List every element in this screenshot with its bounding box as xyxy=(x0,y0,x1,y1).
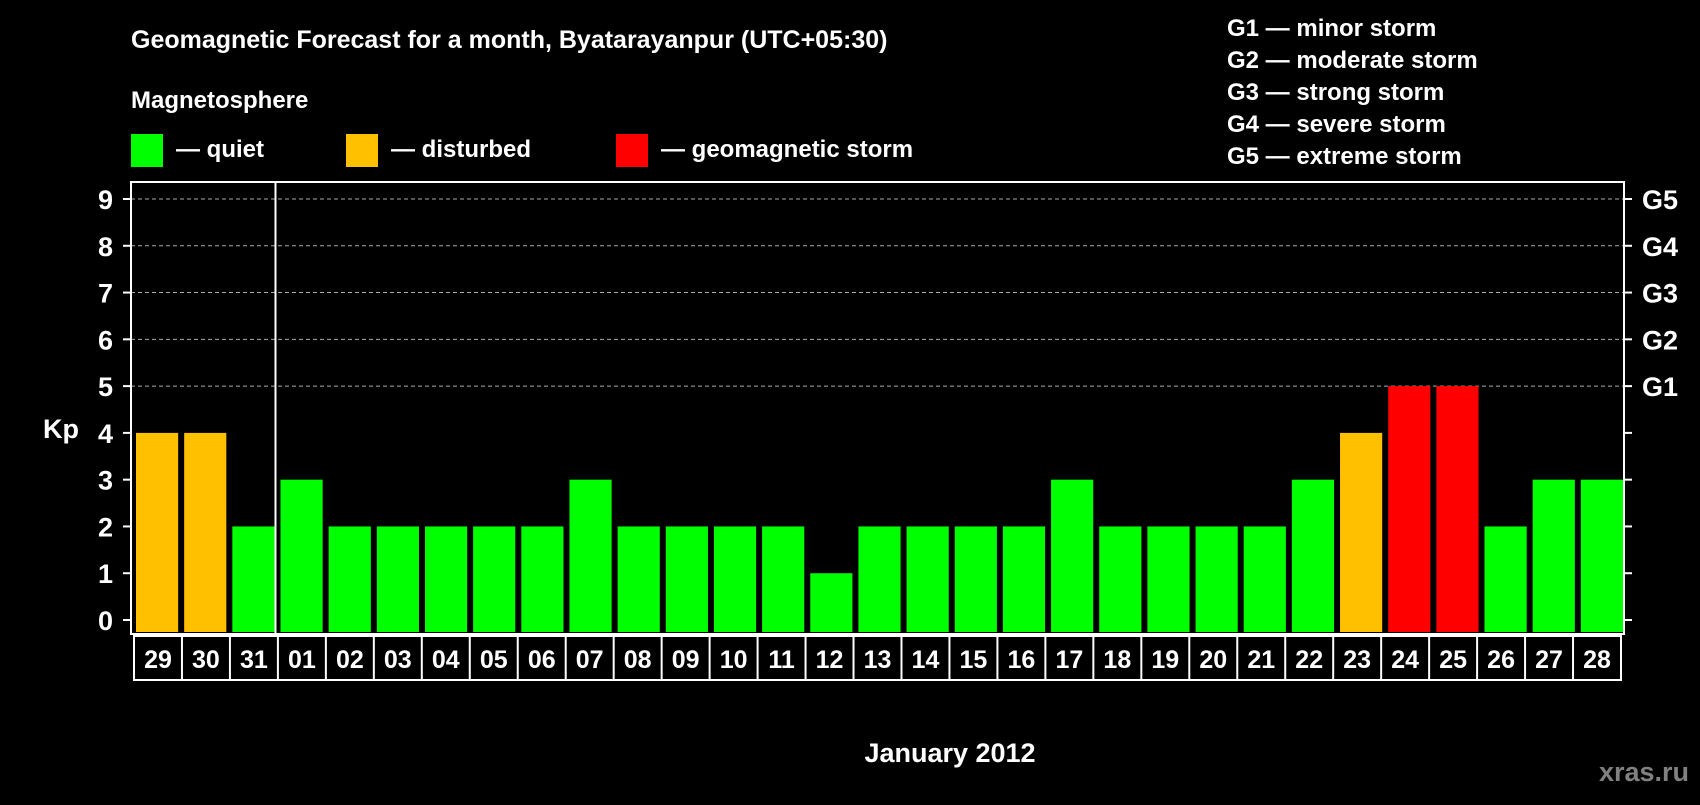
x-tick-label: 04 xyxy=(432,646,460,674)
bar-29 xyxy=(136,432,179,632)
y-tick-label: 8 xyxy=(98,232,113,262)
legend-title: Magnetosphere xyxy=(131,87,308,114)
x-tick-label: 22 xyxy=(1295,646,1323,674)
bar-25 xyxy=(1436,386,1479,632)
x-tick-label: 18 xyxy=(1103,646,1131,674)
y-tick-label: 7 xyxy=(98,279,113,309)
x-tick-label: 31 xyxy=(240,646,268,674)
x-tick-label: 24 xyxy=(1391,646,1419,674)
bar-24 xyxy=(1388,386,1431,632)
right-tick-label: G3 xyxy=(1642,279,1678,309)
bar-16 xyxy=(1002,526,1046,632)
bar-22 xyxy=(1291,479,1335,632)
y-tick-label: 0 xyxy=(98,606,113,636)
right-tick-label: G1 xyxy=(1642,372,1678,402)
bar-31 xyxy=(232,526,275,632)
legend-swatch-1 xyxy=(346,134,378,167)
legend-label-0: — quiet xyxy=(176,136,264,163)
y-tick-label: 3 xyxy=(98,466,113,496)
bar-02 xyxy=(328,526,371,632)
bar-09 xyxy=(665,526,708,632)
bar-10 xyxy=(713,526,757,632)
x-tick-label: 28 xyxy=(1583,646,1611,674)
scale-legend-item-1: G2 — moderate storm xyxy=(1227,47,1478,74)
x-tick-label: 13 xyxy=(864,646,892,674)
legend-label-1: — disturbed xyxy=(391,136,531,163)
x-axis-label: January 2012 xyxy=(864,738,1035,768)
x-tick-label: 26 xyxy=(1487,646,1515,674)
x-tick-label: 20 xyxy=(1199,646,1227,674)
x-tick-label: 14 xyxy=(912,646,940,674)
bar-27 xyxy=(1532,479,1575,632)
x-tick-label: 19 xyxy=(1151,646,1179,674)
legend-swatch-0 xyxy=(131,134,163,167)
bar-03 xyxy=(376,526,419,632)
watermark: xras.ru xyxy=(1599,757,1689,787)
x-tick-label: 06 xyxy=(528,646,556,674)
bar-19 xyxy=(1147,526,1190,632)
y-axis-label: Kp xyxy=(43,414,79,444)
x-tick-label: 15 xyxy=(960,646,988,674)
x-tick-label: 02 xyxy=(336,646,364,674)
x-tick-label: 05 xyxy=(480,646,508,674)
bar-14 xyxy=(906,526,949,632)
x-tick-label: 10 xyxy=(720,646,748,674)
x-tick-label: 23 xyxy=(1343,646,1371,674)
kp-forecast-chart: Geomagnetic Forecast for a month, Byatar… xyxy=(0,0,1700,800)
right-tick-label: G5 xyxy=(1642,185,1678,215)
scale-legend-item-3: G4 — severe storm xyxy=(1227,111,1446,138)
bar-07 xyxy=(569,479,612,632)
bar-11 xyxy=(762,526,805,632)
x-tick-label: 12 xyxy=(816,646,844,674)
bar-17 xyxy=(1051,479,1094,632)
x-tick-label: 16 xyxy=(1007,646,1035,674)
bar-15 xyxy=(954,526,997,632)
x-tick-label: 29 xyxy=(144,646,172,674)
x-tick-label: 09 xyxy=(672,646,700,674)
bar-30 xyxy=(184,432,227,632)
scale-legend-item-0: G1 — minor storm xyxy=(1227,15,1436,42)
x-tick-label: 03 xyxy=(384,646,412,674)
chart-title: Geomagnetic Forecast for a month, Byatar… xyxy=(131,26,887,54)
x-tick-label: 11 xyxy=(768,646,795,674)
y-tick-label: 1 xyxy=(98,559,113,589)
bar-04 xyxy=(424,526,468,632)
right-tick-label: G2 xyxy=(1642,325,1678,355)
bar-20 xyxy=(1195,526,1238,632)
y-tick-label: 4 xyxy=(98,419,113,449)
y-tick-label: 9 xyxy=(98,185,113,215)
x-tick-label: 30 xyxy=(192,646,220,674)
x-tick-label: 21 xyxy=(1247,646,1275,674)
scale-legend-item-4: G5 — extreme storm xyxy=(1227,143,1462,170)
legend: — quiet — disturbed — geomagnetic storm xyxy=(131,134,913,167)
y-tick-label: 2 xyxy=(98,512,113,542)
bar-01 xyxy=(280,479,323,632)
x-tick-label: 27 xyxy=(1535,646,1563,674)
bar-28 xyxy=(1580,479,1623,632)
bar-05 xyxy=(473,526,516,632)
y-tick-label: 5 xyxy=(98,372,113,402)
bar-23 xyxy=(1340,432,1383,632)
x-tick-label: 01 xyxy=(288,646,316,674)
bar-08 xyxy=(617,526,660,632)
bar-13 xyxy=(858,526,901,632)
legend-swatch-2 xyxy=(616,134,648,167)
bar-12 xyxy=(810,573,853,632)
x-tick-label: 07 xyxy=(576,646,604,674)
bar-26 xyxy=(1484,526,1527,632)
bar-06 xyxy=(521,526,564,632)
x-tick-label: 08 xyxy=(624,646,652,674)
legend-label-2: — geomagnetic storm xyxy=(661,136,913,163)
scale-legend-item-2: G3 — strong storm xyxy=(1227,79,1444,106)
y-tick-label: 6 xyxy=(98,325,113,355)
right-tick-label: G4 xyxy=(1642,232,1678,262)
bar-21 xyxy=(1243,526,1286,632)
x-tick-label: 17 xyxy=(1055,646,1083,674)
x-tick-label: 25 xyxy=(1439,646,1467,674)
bar-18 xyxy=(1099,526,1142,632)
